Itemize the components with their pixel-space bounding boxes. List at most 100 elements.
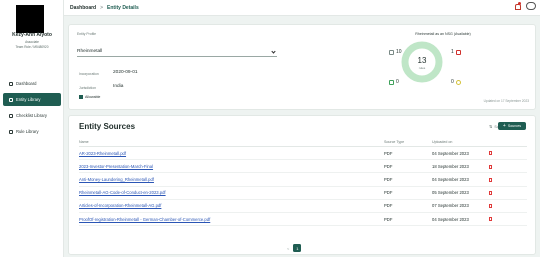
source-date-text: 04 September 2023	[432, 176, 469, 182]
rules-donut-chart: 13 rules	[400, 40, 444, 84]
add-source-label: Sources	[507, 124, 521, 128]
source-type: PDF	[384, 186, 432, 200]
chat-icon[interactable]	[526, 2, 536, 10]
sources-table: Name Source Type Uploaded on AR-2023-Rhe…	[79, 138, 527, 227]
checkbox-icon	[79, 95, 83, 99]
source-date-text: 04 September 2023	[432, 216, 469, 222]
jurisdiction-label: Jurisdiction	[79, 86, 96, 90]
incorporation-date: 2020-09-01	[113, 70, 138, 75]
plus-icon: +	[502, 122, 506, 129]
stats-title: Rheinmetall as an NSG (Available)	[415, 32, 471, 36]
column-header-type[interactable]: Source Type	[384, 138, 432, 147]
source-date: 05 September 2023	[432, 186, 527, 200]
source-date: 18 September 2023	[432, 159, 527, 174]
sidebar-item-label: Rule Library	[16, 129, 39, 134]
check-icon	[389, 79, 394, 85]
delete-icon[interactable]	[488, 177, 493, 182]
source-date: 04 September 2023	[432, 172, 527, 187]
sidebar-item-rule-library[interactable]: Rule Library	[3, 125, 61, 138]
source-name-link[interactable]: Anti-Money-Laundering_Rheinmetall.pdf	[79, 172, 384, 187]
stat-checks: 0	[389, 79, 399, 85]
table-row: Rheinmetall-AG-Code-of-Conduct-en-2023.p…	[79, 186, 527, 200]
user-role: Associate	[25, 40, 39, 44]
sidebar-item-label: Checklist Library	[16, 113, 47, 118]
table-row: Anti-Money-Laundering_Rheinmetall.pdf PD…	[79, 172, 527, 187]
notification-dot	[518, 1, 521, 5]
table-row: Articles-of-Incorporation-Rheinmetall-AG…	[79, 199, 527, 213]
source-date: 07 September 2023	[432, 199, 527, 213]
add-source-button[interactable]: + Sources	[497, 122, 526, 130]
source-date-text: 18 September 2023	[432, 163, 469, 169]
sidebar-item-checklist-library[interactable]: Checklist Library	[3, 109, 61, 122]
delete-icon[interactable]	[488, 217, 493, 222]
source-type: PDF	[384, 146, 432, 161]
source-type: PDF	[384, 199, 432, 213]
source-type: PDF	[384, 172, 432, 187]
sidebar-nav: Dashboard Entity Library Checklist Libra…	[0, 74, 64, 141]
donut-svg: 13 rules	[401, 41, 443, 83]
page-number-current[interactable]: 1	[293, 244, 302, 252]
sidebar-item-dashboard[interactable]: Dashboard	[3, 77, 61, 90]
clock-icon	[455, 79, 461, 85]
delete-icon[interactable]	[488, 204, 493, 209]
column-header-name[interactable]: Name	[79, 138, 384, 147]
source-name-link[interactable]: Rheinmetall-AG-Code-of-Conduct-en-2023.p…	[79, 186, 384, 200]
user-id: Team Role / M5480920	[15, 45, 49, 49]
breadcrumb-dashboard[interactable]: Dashboard	[70, 5, 96, 11]
source-type: PDF	[384, 159, 432, 174]
document-icon	[389, 49, 394, 55]
previous-page-button[interactable]: <	[287, 246, 289, 251]
rule-icon	[9, 129, 13, 134]
donut-value: 13	[418, 56, 427, 65]
delete-icon[interactable]	[488, 164, 493, 169]
stat-value: 0	[451, 79, 454, 85]
checklist-icon	[9, 113, 13, 118]
notification-bell-icon[interactable]	[514, 1, 521, 10]
user-name: Kezy-Ann Alyoto	[12, 32, 52, 38]
entity-select[interactable]: Rheinmetall	[77, 47, 277, 57]
source-name-link[interactable]: 2023-Investor-Presentation-March-Final	[79, 159, 384, 174]
entity-select-value: Rheinmetall	[77, 49, 103, 54]
sidebar-item-label: Entity Library	[16, 97, 41, 102]
source-date-text: 04 September 2023	[432, 150, 469, 156]
column-header-uploaded[interactable]: Uploaded on	[432, 138, 527, 147]
stat-flags: 1	[451, 49, 461, 55]
table-header-row: Name Source Type Uploaded on	[79, 138, 527, 147]
delete-icon[interactable]	[488, 151, 493, 156]
table-row: 2023-Investor-Presentation-March-Final P…	[79, 159, 527, 174]
dashboard-icon	[9, 81, 13, 86]
delete-icon[interactable]	[488, 191, 493, 196]
donut-sub: rules	[419, 66, 426, 70]
top-header: Dashboard > Entity Details	[64, 0, 540, 16]
entity-profile-label: Entity Profile	[77, 32, 97, 36]
sidebar-item-label: Dashboard	[16, 81, 37, 86]
stat-value: 1	[451, 49, 454, 55]
stat-value: 0	[396, 79, 399, 85]
avatar[interactable]	[16, 5, 44, 33]
sidebar-item-entity-library[interactable]: Entity Library	[3, 93, 61, 106]
source-name-link[interactable]: AR-2023-Rheinmetall.pdf	[79, 146, 384, 161]
source-date: 04 September 2023	[432, 212, 527, 227]
stat-pending: 0	[451, 79, 461, 85]
source-date-text: 07 September 2023	[432, 203, 469, 209]
entity-sources-card: Entity Sources ⇅ Sort + Sources Name Sou…	[68, 115, 536, 255]
source-date: 04 September 2023	[432, 146, 527, 161]
updated-timestamp: Updated on 17 September 2023	[483, 99, 529, 103]
source-date-text: 05 September 2023	[432, 190, 469, 196]
breadcrumb-separator: >	[100, 4, 104, 11]
flag-icon	[455, 49, 461, 55]
stat-value: 10	[396, 49, 402, 55]
breadcrumb-current: Entity Details	[107, 4, 139, 11]
table-row: ProofOf-registration-Rheinmetall - Germa…	[79, 212, 527, 227]
sort-icon: ⇅	[489, 124, 493, 129]
allowable-checkbox[interactable]: Allowable	[79, 95, 100, 99]
library-icon	[9, 97, 13, 102]
chevron-down-icon	[271, 49, 276, 54]
source-name-link[interactable]: ProofOf-registration-Rheinmetall - Germa…	[79, 212, 384, 227]
allowable-label: Allowable	[85, 95, 101, 99]
source-name-link[interactable]: Articles-of-Incorporation-Rheinmetall-AG…	[79, 199, 384, 213]
sidebar: Kezy-Ann Alyoto Associate Team Role / M5…	[0, 0, 64, 257]
pagination: < 1	[287, 244, 302, 252]
stat-documents: 10	[389, 49, 402, 55]
table-row: AR-2023-Rheinmetall.pdf PDF 04 September…	[79, 146, 527, 161]
